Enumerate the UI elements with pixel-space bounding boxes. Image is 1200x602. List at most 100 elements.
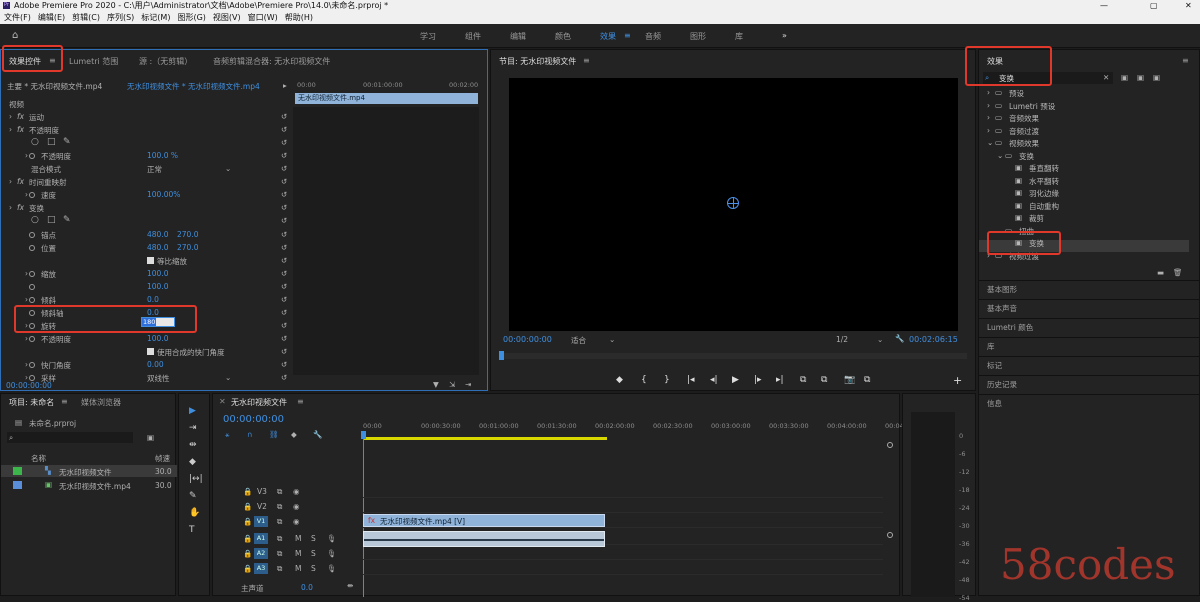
accelerated-effects-icon[interactable]: ▣ [1121,73,1128,82]
export-icon[interactable]: ⇲ [449,380,455,389]
dropdown-chevron-icon[interactable]: ⌄ [225,373,231,382]
effects-tree-item[interactable]: 变换 [1019,151,1034,162]
workspace-tab-effects[interactable]: 效果 [600,31,616,42]
effects-tree-item[interactable]: 自动重构 [1029,201,1059,212]
track-lock-icon[interactable]: 🔒 [243,502,252,511]
tree-caret-icon[interactable]: › [987,101,990,110]
twirl-icon[interactable]: › [9,112,12,121]
minimize-button[interactable]: — [1100,0,1108,11]
video-track-target[interactable]: V1 [254,516,268,527]
timeline-vscroll-handle[interactable] [887,442,893,448]
video-track-lane[interactable] [363,499,883,513]
workspace-tab-assembly[interactable]: 组件 [465,31,481,42]
play-button[interactable]: ▶ [732,375,739,385]
dropdown-chevron-icon[interactable]: ⌄ [225,164,231,173]
pen-mask-icon[interactable]: ✎ [63,215,71,225]
pen-tool-icon[interactable]: ✎ [189,491,197,501]
voice-over-mic-icon[interactable]: 🎙 [327,564,337,573]
ec-row-value[interactable]: 100.0 [147,282,168,291]
resolution-chevron-icon[interactable]: ⌄ [877,335,883,344]
audio-track-target[interactable]: A2 [254,548,268,559]
reset-icon[interactable]: ↺ [281,164,287,173]
reset-icon[interactable]: ↺ [281,347,287,356]
timeline-vscroll-handle-2[interactable] [887,532,893,538]
ec-row-value[interactable]: 0.00 [147,360,164,369]
add-marker-button[interactable]: ◆ [616,375,623,385]
solo-button[interactable]: S [311,549,316,558]
voice-over-mic-icon[interactable]: 🎙 [327,549,337,558]
reset-icon[interactable]: ↺ [281,138,287,147]
tab-project[interactable]: 项目: 未命名 [9,397,54,408]
project-menu-icon[interactable]: ≡ [61,397,68,406]
menu-item[interactable]: 标记(M) [141,13,170,22]
video-track-lane[interactable] [363,484,883,498]
32bit-effects-icon[interactable]: ▣ [1137,73,1144,82]
reset-icon[interactable]: ↺ [281,190,287,199]
collapsed-section-header[interactable]: 历史记录 [987,379,1017,390]
clear-search-icon[interactable]: ✕ [1103,73,1109,82]
stopwatch-icon[interactable] [29,192,35,198]
timeline-title[interactable]: 无水印视频文件 [231,397,287,408]
ec-row-value[interactable]: 480.0 [147,230,168,239]
master-clip-path[interactable]: 主要 * 无水印视频文件.mp4 [7,81,102,92]
effects-tree-item[interactable]: 音频效果 [1009,113,1039,124]
export-frame-button[interactable]: 📷 [844,375,855,385]
master-jump-icon[interactable]: ⇼ [347,581,353,590]
menu-item[interactable]: 编辑(E) [38,13,65,22]
razor-tool-icon[interactable]: ◆ [189,457,196,467]
go-to-in-button[interactable]: |◂ [687,375,695,385]
effects-tree-item[interactable]: 视频效果 [1009,138,1039,149]
ec-row-value[interactable]: 100.0 % [147,151,178,160]
project-item-name[interactable]: 无水印视频文件.mp4 [59,481,131,492]
home-icon[interactable]: ⌂ [12,30,18,41]
collapsed-section-header[interactable]: 基本图形 [987,284,1017,295]
rect-mask-icon[interactable]: □ [47,137,56,147]
play-arrow-icon[interactable]: ▸ [283,81,287,90]
program-video-frame[interactable] [509,78,958,331]
tab-media-browser[interactable]: 媒体浏览器 [81,397,121,408]
audio-clip-a1[interactable] [363,531,605,547]
collapsed-section-header[interactable]: 信息 [987,398,1002,409]
twirl-icon[interactable]: › [25,334,28,343]
ec-row-value[interactable]: 等比缩放 [157,256,187,267]
sync-lock-icon[interactable]: ⧉ [277,534,282,544]
twirl-icon[interactable]: › [25,295,28,304]
sync-lock-icon[interactable]: ⧉ [277,564,282,574]
work-area-bar[interactable] [363,437,607,440]
stopwatch-icon[interactable] [29,297,35,303]
ellipse-mask-icon[interactable]: ○ [31,215,39,225]
video-track-target[interactable]: V3 [257,487,267,496]
menu-item[interactable]: 剪辑(C) [72,13,100,22]
project-search-input[interactable]: ⌕ [7,432,133,443]
reset-icon[interactable]: ↺ [281,125,287,134]
audio-track-lane[interactable] [363,561,883,575]
effects-tree-item[interactable]: 垂直翻转 [1029,163,1059,174]
add-marker-icon[interactable]: ◆ [291,430,297,439]
solo-button[interactable]: S [311,564,316,573]
workspace-tab-graphics[interactable]: 图形 [690,31,706,42]
reset-icon[interactable]: ↺ [281,360,287,369]
video-clip-v1[interactable]: fx 无水印视频文件.mp4 [V] [363,514,605,527]
step-back-button[interactable]: ◂| [710,375,718,385]
effects-tree-item[interactable]: 预设 [1009,88,1024,99]
effects-tree-item[interactable]: 音频过渡 [1009,126,1039,137]
reset-icon[interactable]: ↺ [281,282,287,291]
filter-icon[interactable]: ▼ [433,380,439,389]
checkbox-checked[interactable] [147,348,154,355]
checkbox-checked[interactable] [147,257,154,264]
master-track-value[interactable]: 0.0 [301,583,313,592]
track-eye-icon[interactable]: ◉ [293,517,300,526]
tab-source[interactable]: 源 :（无剪辑） [139,56,192,67]
menu-item[interactable]: 帮助(H) [285,13,313,22]
ec-row-value2[interactable]: 270.0 [177,230,198,239]
extract-button[interactable]: ⧉ [821,375,827,385]
reset-icon[interactable]: ↺ [281,177,287,186]
collapsed-section-header[interactable]: 基本声音 [987,303,1017,314]
audio-track-target[interactable]: A3 [254,563,268,574]
hand-tool-icon[interactable]: ✋ [189,508,200,518]
audio-track-lane[interactable] [363,546,883,560]
fit-dropdown-chevron-icon[interactable]: ⌄ [609,335,615,344]
fit-dropdown[interactable]: 适合 [571,335,586,346]
track-lock-icon[interactable]: 🔒 [243,549,252,558]
timeline-menu-icon[interactable]: ≡ [297,397,304,406]
